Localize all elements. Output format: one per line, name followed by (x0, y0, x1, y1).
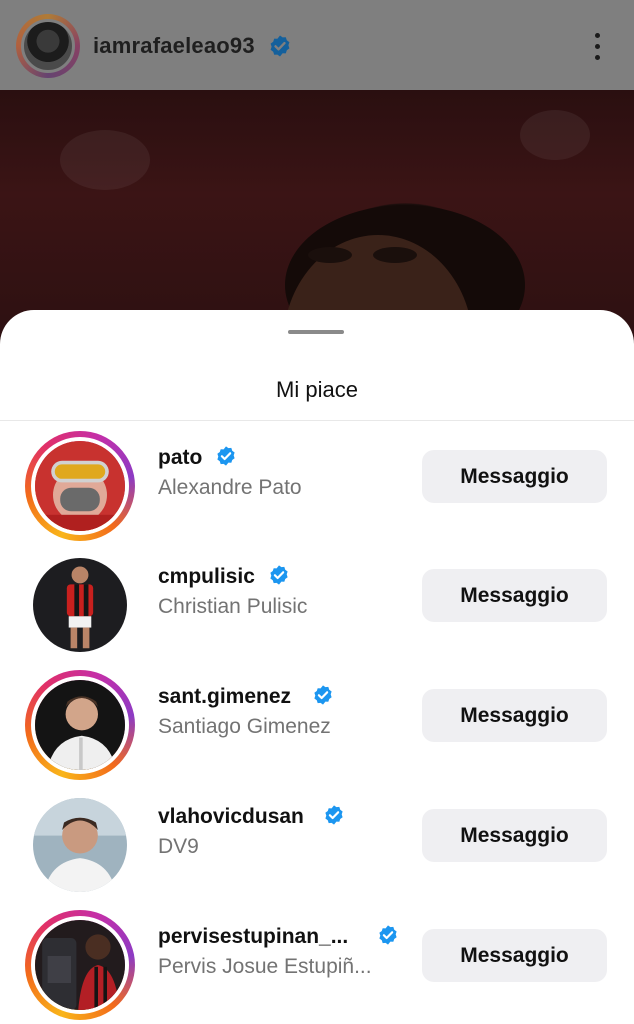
likes-sheet: Mi piace pato Alexandre Pato Messaggio c… (0, 310, 634, 1024)
message-button[interactable]: Messaggio (422, 450, 607, 503)
avatar-wrap[interactable] (25, 550, 135, 660)
more-vertical-icon[interactable] (585, 30, 609, 62)
verified-badge-icon (312, 684, 334, 706)
message-button[interactable]: Messaggio (422, 689, 607, 742)
like-list-item: pervisestupinan_... Pervis Josue Estupiñ… (0, 904, 634, 1020)
avatar[interactable] (31, 676, 129, 774)
like-full-name: Santiago Gimenez (158, 715, 331, 738)
like-username[interactable]: cmpulisic (158, 565, 255, 589)
verified-badge-icon (268, 564, 290, 586)
sheet-drag-handle[interactable] (288, 330, 344, 334)
story-ring[interactable] (25, 431, 135, 541)
message-button[interactable]: Messaggio (422, 809, 607, 862)
avatar[interactable] (31, 916, 129, 1014)
like-list-item: cmpulisic Christian Pulisic Messaggio (0, 544, 634, 654)
message-button[interactable]: Messaggio (422, 569, 607, 622)
like-full-name: DV9 (158, 835, 199, 858)
sheet-title: Mi piace (276, 377, 358, 402)
divider (0, 420, 634, 421)
like-full-name: Alexandre Pato (158, 476, 302, 499)
avatar[interactable] (31, 437, 129, 535)
story-ring[interactable] (25, 910, 135, 1020)
verified-badge-icon (377, 924, 399, 946)
message-button[interactable]: Messaggio (422, 929, 607, 982)
verified-badge-icon (268, 34, 292, 63)
post-header: iamrafaeleao93 (0, 0, 634, 90)
avatar-wrap[interactable] (25, 790, 135, 900)
post-author-username[interactable]: iamrafaeleao93 (93, 33, 255, 59)
like-full-name: Christian Pulisic (158, 595, 308, 618)
avatar[interactable] (33, 798, 127, 892)
like-list-item: vlahovicdusan DV9 Messaggio (0, 784, 634, 894)
like-username[interactable]: pato (158, 446, 202, 470)
like-full-name: Pervis Josue Estupiñ... (158, 955, 372, 978)
verified-badge-icon (215, 445, 237, 467)
like-list-item: pato Alexandre Pato Messaggio (0, 425, 634, 541)
like-username[interactable]: vlahovicdusan (158, 805, 304, 829)
post-author-avatar[interactable] (21, 19, 75, 73)
like-list-item: sant.gimenez Santiago Gimenez Messaggio (0, 664, 634, 780)
like-username[interactable]: pervisestupinan_... (158, 925, 348, 949)
story-ring[interactable] (25, 670, 135, 780)
avatar[interactable] (33, 558, 127, 652)
like-username[interactable]: sant.gimenez (158, 685, 291, 709)
verified-badge-icon (323, 804, 345, 826)
